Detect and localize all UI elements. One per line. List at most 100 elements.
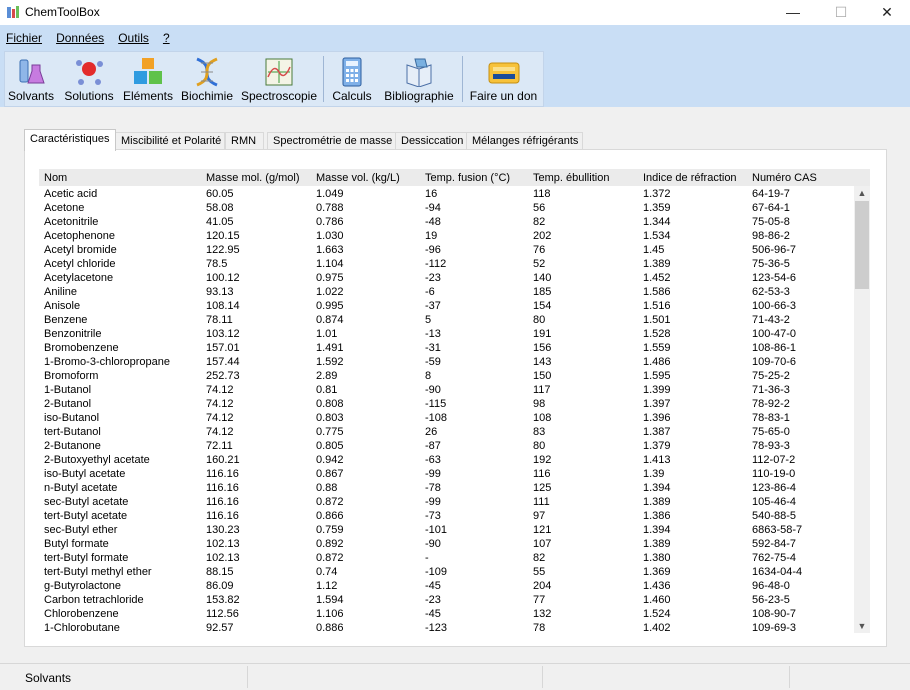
table-cell: -48 [425,216,441,228]
table-cell: -109 [425,566,448,578]
table-cell: 1.413 [643,454,671,466]
table-cell: 0.788 [316,202,344,214]
table-row[interactable]: 1-Bromo-3-chloropropane 157.44 1.592 -59 143… [39,355,870,369]
table-cell: 2-Butoxyethyl acetate [44,454,150,466]
table-row[interactable]: Benzene 78.11 0.874 5 80 1.501 71-43-2 [39,313,870,327]
table-cell: -87 [425,440,441,452]
vertical-scrollbar[interactable]: ▲ ▼ [854,186,870,633]
toolbar-biochimie-button[interactable]: Biochimie [177,52,237,106]
table-row[interactable]: tert-Butanol 74.12 0.775 26 83 1.387 75-65-0 [39,425,870,439]
column-header[interactable]: Temp. ébullition [533,172,609,184]
table-cell: 0.775 [316,426,344,438]
table-row[interactable]: Chlorobenzene 112.56 1.106 -45 132 1.524 108-9… [39,607,870,621]
table-row[interactable]: sec-Butyl acetate 116.16 0.872 -99 111 1.389 1… [39,495,870,509]
column-header[interactable]: Indice de réfraction [643,172,737,184]
column-header[interactable]: Masse mol. (g/mol) [206,172,300,184]
table-row[interactable]: tert-Butyl acetate 116.16 0.866 -73 97 1.386 5… [39,509,870,523]
toolbar-spectroscopie-button[interactable]: Spectroscopie [239,52,319,106]
toolbar-bibliographie-button[interactable]: Bibliographie [379,52,459,106]
table-cell: 52 [533,258,546,270]
table-row[interactable]: Anisole 108.14 0.995 -37 154 1.516 100-66-3 [39,299,870,313]
table-cell: -63 [425,454,441,466]
table-cell: 1.394 [643,482,671,494]
table-row[interactable]: Bromobenzene 157.01 1.491 -31 156 1.559 108-86… [39,341,870,355]
toolbar-calculs-button[interactable]: Calculs [327,52,377,106]
table-row[interactable]: 1-Chlorobutane 92.57 0.886 -123 78 1.402 109-6… [39,621,870,633]
table-cell: 75-36-5 [752,258,790,270]
table-row[interactable]: Acetic acid 60.05 1.049 16 118 1.372 64-19-7 [39,187,870,201]
toolbar-solutions-button[interactable]: Solutions [59,52,119,106]
menu-outils[interactable]: Outils [118,31,149,45]
table-cell: 80 [533,314,546,326]
tab-caracteristiques[interactable]: Caractéristiques [24,129,116,151]
table-row[interactable]: iso-Butyl acetate 116.16 0.867 -99 116 1.39 11… [39,467,870,481]
table-row[interactable]: Acetonitrile 41.05 0.786 -48 82 1.344 75-05-8 [39,215,870,229]
table-row[interactable]: Carbon tetrachloride 153.82 1.594 -23 77 1.46… [39,593,870,607]
table-row[interactable]: Acetylacetone 100.12 0.975 -23 140 1.452 123-5… [39,271,870,285]
column-header[interactable]: Numéro CAS [752,172,817,184]
table-cell: 0.886 [316,622,344,633]
table-row[interactable]: Butyl formate 102.13 0.892 -90 107 1.389 592-8… [39,537,870,551]
molecule-icon [76,60,103,85]
column-header[interactable]: Temp. fusion (°C) [425,172,510,184]
tab-miscibilite[interactable]: Miscibilité et Polarité [115,132,225,150]
toolbar-donate-button[interactable]: Faire un don [466,52,541,106]
tab-rmn[interactable]: RMN [225,132,264,150]
table-row[interactable]: Acetone 58.08 0.788 -94 56 1.359 67-64-1 [39,201,870,215]
table-row[interactable]: n-Butyl acetate 116.16 0.88 -78 125 1.394 123-… [39,481,870,495]
scroll-down-icon[interactable]: ▼ [854,619,870,633]
table-row[interactable]: sec-Butyl ether 130.23 0.759 -101 121 1.394 68… [39,523,870,537]
table-cell: Benzene [44,314,88,326]
table-cell: 160.21 [206,454,240,466]
table-row[interactable]: 2-Butanol 74.12 0.808 -115 98 1.397 78-92-2 [39,397,870,411]
close-button[interactable]: ✕ [864,0,910,25]
table-row[interactable]: Benzonitrile 103.12 1.01 -13 191 1.528 100-47-… [39,327,870,341]
table-cell: 2-Butanone [44,440,101,452]
menu-fichier[interactable]: Fichier [6,31,42,45]
table-row[interactable]: 1-Butanol 74.12 0.81 -90 117 1.399 71-36-3 [39,383,870,397]
table-row[interactable]: 2-Butoxyethyl acetate 160.21 0.942 -63 192 1.… [39,453,870,467]
table-cell: 192 [533,454,552,466]
table-row[interactable]: Aniline 93.13 1.022 -6 185 1.586 62-53-3 [39,285,870,299]
table-row[interactable]: Acetyl bromide 122.95 1.663 -96 76 1.45 506-96… [39,243,870,257]
minimize-button[interactable]: — [770,0,816,25]
table-cell: 1.460 [643,594,671,606]
table-row[interactable]: Acetyl chloride 78.5 1.104 -112 52 1.389 75-36… [39,257,870,271]
table-row[interactable]: tert-Butyl methyl ether 88.15 0.74 -109 55 1.… [39,565,870,579]
table-cell: -94 [425,202,441,214]
toolbar-solvants-button[interactable]: Solvants [5,52,57,106]
menu-donnees[interactable]: Données [56,31,104,45]
table-cell: 1.030 [316,230,344,242]
table-cell: 96-48-0 [752,580,790,592]
tab-dessiccation[interactable]: Dessiccation [395,132,469,150]
menu-help[interactable]: ? [163,31,170,45]
toolbar-elements-button[interactable]: Eléments [121,52,175,106]
table-cell: 60.05 [206,188,234,200]
spectrum-icon [265,58,293,86]
tab-melanges[interactable]: Mélanges réfrigérants [466,132,583,150]
table-row[interactable]: Acetophenone 120.15 1.030 19 202 1.534 98-86-2 [39,229,870,243]
table-row[interactable]: iso-Butanol 74.12 0.803 -108 108 1.396 78-83-1 [39,411,870,425]
table-cell: 80 [533,440,546,452]
table-row[interactable]: g-Butyrolactone 86.09 1.12 -45 204 1.436 96-48… [39,579,870,593]
maximize-button[interactable]: ☐ [818,0,864,25]
tab-spectrometrie[interactable]: Spectrométrie de masse [267,132,399,150]
table-cell: 112-07-2 [752,454,796,466]
table-row[interactable]: Bromoform 252.73 2.89 8 150 1.595 75-25-2 [39,369,870,383]
scroll-up-icon[interactable]: ▲ [854,186,870,200]
column-header[interactable]: Masse vol. (kg/L) [316,172,400,184]
table-row[interactable]: 2-Butanone 72.11 0.805 -87 80 1.379 78-93-3 [39,439,870,453]
table-cell: Acetone [44,202,85,214]
table-cell: 1.106 [316,608,344,620]
table-cell: 157.44 [206,356,240,368]
table-cell: 93.13 [206,286,234,298]
table-cell: 1.396 [643,412,671,424]
table-cell: Anisole [44,300,81,312]
table-cell: 1.486 [643,356,671,368]
column-header[interactable]: Nom [44,172,67,184]
table-cell: 0.805 [316,440,344,452]
table-cell: iso-Butyl acetate [44,468,126,480]
table-cell: Acetophenone [44,230,115,242]
table-row[interactable]: tert-Butyl formate 102.13 0.872 - 82 1.380 762… [39,551,870,565]
scroll-thumb[interactable] [855,201,869,289]
